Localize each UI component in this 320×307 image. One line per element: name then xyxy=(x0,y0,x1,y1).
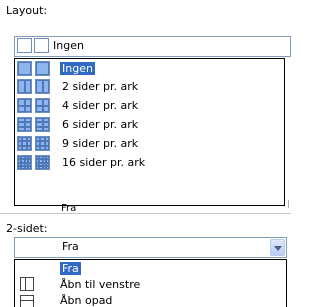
layout-grid-1-icon xyxy=(17,38,32,53)
grid-9-icon xyxy=(35,136,50,151)
book-up-icon xyxy=(20,295,34,307)
grid-4-icon xyxy=(35,98,50,113)
grid-6-icon xyxy=(35,117,50,132)
grid-cell xyxy=(42,105,49,112)
grid-cell xyxy=(27,165,31,169)
layout-dropdown-list[interactable]: Ingen 2 sider pr. ark 4 sider pr. ark 6 … xyxy=(14,58,285,206)
duplex-dropdown-list[interactable]: Fra Åbn til venstre Åbn opad xyxy=(14,259,287,307)
grid-cell xyxy=(42,126,49,131)
grid-cell xyxy=(24,105,31,112)
grid-9-icon xyxy=(17,136,32,151)
grid-cell xyxy=(24,80,31,93)
layout-option-ingen[interactable]: Ingen xyxy=(16,60,283,77)
grid-16-icon xyxy=(17,155,32,170)
behind-control-edge xyxy=(284,200,289,208)
duplex-combobox-value: Fra xyxy=(62,240,79,253)
layout-option-label: Ingen xyxy=(60,62,95,75)
layout-combobox[interactable]: Ingen xyxy=(14,36,291,57)
layout-option-label: 16 sider pr. ark xyxy=(62,156,146,169)
grid-cell xyxy=(24,126,31,131)
layout-option-label: 6 sider pr. ark xyxy=(62,118,139,131)
grid-cell xyxy=(18,62,31,75)
chevron-down-icon[interactable] xyxy=(270,239,285,256)
grid-2-icon xyxy=(17,79,32,94)
grid-cell xyxy=(42,80,49,93)
grid-6-icon xyxy=(17,117,32,132)
duplex-option-label: Åbn til venstre xyxy=(60,278,141,291)
grid-16-icon xyxy=(35,155,50,170)
duplex-option-label: Fra xyxy=(60,262,81,275)
layout-option-label: 2 sider pr. ark xyxy=(62,80,139,93)
book-left-icon xyxy=(20,277,34,291)
layout-option-label: 4 sider pr. ark xyxy=(62,99,139,112)
grid-cell xyxy=(44,145,49,150)
layout-option-9-sider[interactable]: 9 sider pr. ark xyxy=(16,135,283,152)
grid-cell xyxy=(26,145,31,150)
grid-4-icon xyxy=(17,98,32,113)
duplex-label: 2-sidet: xyxy=(6,222,48,235)
duplex-option-fra[interactable]: Fra xyxy=(16,261,286,275)
layout-option-2-sider[interactable]: 2 sider pr. ark xyxy=(16,78,283,95)
layout-option-4-sider[interactable]: 4 sider pr. ark xyxy=(16,97,283,114)
section-divider xyxy=(0,213,291,214)
layout-grid-1-icon xyxy=(34,38,49,53)
duplex-option-aabn-venstre[interactable]: Åbn til venstre xyxy=(16,276,286,292)
layout-option-6-sider[interactable]: 6 sider pr. ark xyxy=(16,116,283,133)
layout-option-16-sider[interactable]: 16 sider pr. ark xyxy=(16,154,283,171)
grid-1-icon xyxy=(17,61,32,76)
duplex-option-aabn-opad[interactable]: Åbn opad xyxy=(16,293,286,307)
duplex-combobox[interactable]: Fra xyxy=(14,237,287,258)
layout-label: Layout: xyxy=(6,4,48,17)
grid-cell xyxy=(45,165,49,169)
duplex-option-label: Åbn opad xyxy=(60,294,113,307)
layout-combobox-value: Ingen xyxy=(53,39,84,52)
grid-1-icon xyxy=(35,61,50,76)
grid-cell xyxy=(36,62,49,75)
grid-2-icon xyxy=(35,79,50,94)
layout-option-label: 9 sider pr. ark xyxy=(62,137,139,150)
